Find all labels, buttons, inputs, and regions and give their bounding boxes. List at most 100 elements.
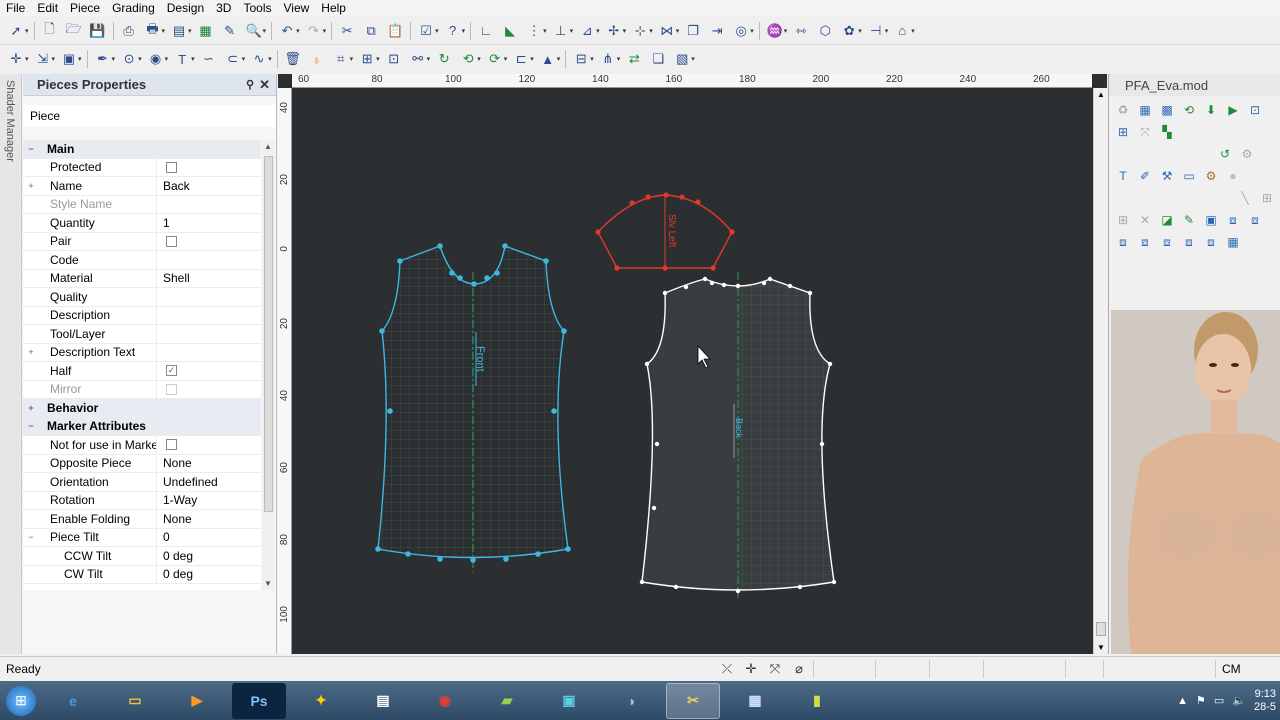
property-row[interactable]: Opposite Piece None [23,454,261,473]
property-checkbox[interactable] [166,235,177,247]
menu-piece[interactable]: Piece [64,1,106,15]
pattern-point[interactable] [683,284,689,290]
split-icon[interactable]: ⊏ [510,49,532,69]
pattern-point[interactable] [543,258,549,264]
pattern-point[interactable] [807,290,813,296]
menu-file[interactable]: File [0,1,31,15]
taskbar-photoshop[interactable]: Ps [232,682,286,719]
flag-icon[interactable]: ⚑ [1196,694,1206,707]
property-row[interactable]: Style Name [23,195,261,214]
pen-icon[interactable]: ✒ [92,49,114,69]
globe-icon[interactable]: ◉ [145,49,167,69]
pin-icon[interactable]: ⚲ [246,78,254,91]
pattern-canvas[interactable]: 60 80 100 120 140 160 180 200 220 240 260 40 20 0 20 4… [278,74,1107,654]
cut-icon[interactable]: ✂ [336,21,358,41]
property-checkbox[interactable]: ✓ [166,365,177,377]
tile2-icon[interactable]: ⊞ [1113,210,1133,230]
pattern-point[interactable] [535,551,541,557]
sync-icon[interactable]: ⟲ [1179,100,1199,120]
property-row[interactable]: Tool/Layer [23,325,261,344]
taskbar-app-12[interactable]: ▦ [728,683,782,719]
sleeve-piece[interactable]: Slv Left [595,192,735,271]
start-button[interactable]: ⊞ [0,681,42,720]
taskbar-ie[interactable]: e [46,683,100,719]
arrange-icon[interactable]: ◪ [1157,210,1177,230]
properties-icon[interactable]: ☑ [415,21,437,41]
pattern-point[interactable] [503,556,509,562]
pattern-point[interactable] [379,328,385,334]
pattern-point[interactable] [729,229,735,235]
point-icon[interactable]: ✢ [603,21,625,41]
scroll-down-icon[interactable]: ▼ [1097,643,1105,652]
clock[interactable]: 9:13 28-5 [1254,688,1276,714]
pattern-point[interactable] [662,265,668,271]
pattern-point[interactable] [494,270,500,276]
frame-select-icon[interactable]: ⊡ [1245,100,1265,120]
image-icon[interactable]: ▩ [1157,100,1177,120]
menu-3d[interactable]: 3D [210,1,237,15]
pattern-point[interactable] [437,243,443,249]
target-icon[interactable]: ⊙ [118,49,140,69]
edit-3d-icon[interactable]: ✎ [1179,210,1199,230]
scroll-up-icon[interactable]: ▲ [264,142,272,151]
property-row[interactable]: Quantity 1 [23,214,261,233]
expand-toggle-icon[interactable]: − [23,144,39,154]
export-icon[interactable]: ⇥ [706,21,728,41]
box-4-icon[interactable]: ⧈ [1135,232,1155,252]
property-value[interactable]: None [156,454,261,472]
doc-icon[interactable]: ▧ [671,49,693,69]
box-2-icon[interactable]: ⧈ [1245,210,1265,230]
box-5-icon[interactable]: ⧈ [1157,232,1177,252]
pattern-point[interactable] [710,265,716,271]
piece-icon[interactable]: ⬡ [814,21,836,41]
property-value[interactable]: ✓ [156,362,261,380]
property-row[interactable]: Description [23,306,261,325]
excel-icon[interactable]: ▦ [195,21,217,41]
pattern-point[interactable] [819,441,825,447]
scroll-up-icon[interactable]: ▲ [1097,90,1105,99]
recycle-icon[interactable]: ♻ [1113,100,1133,120]
select-arrow-icon[interactable]: ➚ [5,21,27,41]
tile-icon[interactable]: ⊞ [1257,188,1277,208]
taskbar-explorer[interactable]: ▭ [108,683,162,719]
property-group[interactable]: − Marker Attributes [23,417,261,436]
scale-tool-icon[interactable]: ⤧ [764,659,786,679]
property-value[interactable] [156,251,261,269]
ruler-icon[interactable]: ∟ [475,21,497,41]
fill-icon[interactable]: ◣ [499,21,521,41]
table-icon[interactable]: ⊟ [570,49,592,69]
swap-icon[interactable]: ⇄ [623,49,645,69]
box-7-icon[interactable]: ⧈ [1201,232,1221,252]
property-group[interactable]: − Main [23,140,261,159]
link-icon[interactable]: ⚯ [407,49,429,69]
property-value[interactable] [156,232,261,250]
property-value[interactable]: 0 [156,528,261,546]
pattern-point[interactable] [614,265,620,271]
fold-icon[interactable]: ▲ [537,49,559,69]
taskbar-app-13[interactable]: ▮ [790,683,844,719]
property-value[interactable]: None [156,510,261,528]
cross-icon[interactable]: ✕ [1135,210,1155,230]
property-row[interactable]: Quality [23,288,261,307]
frame-icon[interactable]: ⊡ [383,49,405,69]
pattern-point[interactable] [375,546,381,552]
scroll-thumb[interactable] [264,156,273,512]
gear-icon[interactable]: ⚙ [1201,166,1221,186]
display-icon[interactable]: ▤ [168,21,190,41]
pattern-point[interactable] [644,361,650,367]
play-icon[interactable]: ▶ [1223,100,1243,120]
property-row[interactable]: − Piece Tilt 0 [23,528,261,547]
taskbar-app-8[interactable]: ▰ [480,683,534,719]
pattern-point[interactable] [405,551,411,557]
refresh-icon[interactable]: ↻ [433,49,455,69]
trash-icon[interactable]: 🗑 [282,49,304,69]
property-row[interactable]: Pair [23,232,261,251]
monitor-icon[interactable]: ▭ [1179,166,1199,186]
property-value[interactable]: Shell [156,269,261,287]
pattern-point[interactable] [437,556,443,562]
expand-toggle-icon[interactable]: − [23,421,39,431]
move-point-icon[interactable]: ⇲ [32,49,54,69]
back-piece[interactable]: Back [639,272,837,598]
property-row[interactable]: + Description Text [23,343,261,362]
property-value[interactable] [156,325,261,343]
